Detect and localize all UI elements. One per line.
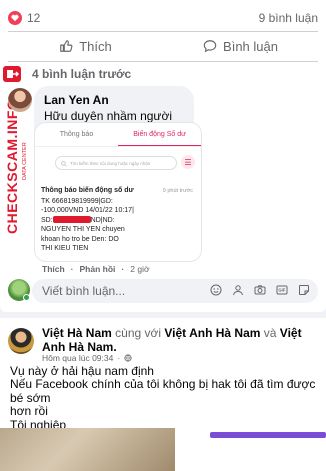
action-bar: Thích Bình luận [8,31,318,61]
post-photo[interactable] [0,428,175,471]
avatar[interactable] [8,88,32,112]
bank-notification-heading: Thông báo biến động số dư [41,187,134,194]
comment-input-placeholder: Viết bình luận... [42,284,126,298]
comment-author[interactable]: Lan Yen An [44,93,109,107]
gif-icon[interactable]: GIF [276,284,288,296]
bank-tabs: Thông báo Biến động Số dư [35,123,201,147]
with-word: cùng với [115,326,162,340]
divider [8,61,318,62]
online-status-dot [23,294,30,301]
thumbs-up-icon [60,40,73,52]
tab-notifications: Thông báo [59,131,94,138]
post-author[interactable]: Việt Hà Nam [42,326,112,340]
comment-count[interactable]: 9 bình luận [259,11,318,25]
comment-icon [203,40,217,53]
tab-balance-changes: Biến động Số dư [118,123,201,146]
post-line: Nếu Facebook chính của tôi không bị hak … [10,377,316,405]
tagged-person[interactable]: Việt Anh Hà Nam [164,326,260,340]
watermark-subtext: DATA CENTER [22,142,28,180]
like-label: Thích [79,38,112,54]
post-meta: Hôm qua lúc 09:34 · [42,353,132,363]
post-header: Việt Hà Nam cùng với Việt Anh Hà Nam và … [42,326,318,354]
post-line: Vụ này ở hải hậu nam định [10,364,154,378]
comment-like-action[interactable]: Thích [42,264,65,274]
comment-actions: Thích · Phản hồi · 2 giờ [42,264,150,274]
watermark-text: CHECKSCAM.INFO [4,99,20,234]
and-word: và [263,326,277,340]
bank-notification: Thông báo biến động số dư TK 66681981999… [41,186,199,254]
globe-icon [124,354,132,362]
bank-line: THI KIEU TIEN [41,245,89,252]
heart-icon [8,11,22,25]
camera-icon[interactable] [254,284,266,296]
comment-image[interactable]: Thông báo Biến động Số dư Tìm kiếm theo … [34,122,202,262]
post-body: Vụ này ở hải hậu nam định Nếu Facebook c… [10,364,320,432]
filter-icon: ☰ [181,155,195,169]
bank-line: TK 666819819999|GD: [41,197,113,205]
bank-line: khoan ho tro be Den: DO [41,235,119,243]
logo-badge [3,66,21,82]
view-previous-comments[interactable]: 4 bình luận trước [32,67,131,81]
svg-text:GIF: GIF [278,288,285,293]
avatar-sticker-icon[interactable] [232,284,244,296]
reactions-summary[interactable]: 12 [8,11,40,25]
bank-line: NGUYEN THI YEN chuyen [41,226,125,233]
redaction-mark [52,215,91,223]
sticker-icon[interactable] [298,284,310,296]
search-icon [61,161,67,167]
comment-reply-action[interactable]: Phản hồi [80,264,116,274]
emoji-icon[interactable] [210,284,222,296]
bank-line-balance: SD: ND|ND: [41,215,115,224]
comment-button[interactable]: Bình luận [163,31,318,61]
post-line: hơn rồi [10,404,48,419]
composer-tools: GIF [210,284,310,296]
checkscam-watermark: CHECKSCAM.INFO DATA CENTER [0,62,30,234]
bank-search-placeholder: Tìm kiếm theo nội dung hoặc ngày nhận [70,160,151,166]
post-time[interactable]: Hôm qua lúc 09:34 [42,353,113,363]
author-avatar[interactable] [8,328,34,354]
comment-input[interactable]: Viết bình luận... GIF [32,279,318,303]
like-button[interactable]: Thích [8,31,163,61]
bank-search-field: Tìm kiếm theo nội dung hoặc ngày nhận [55,156,177,170]
reaction-count: 12 [27,11,41,25]
bank-line: -100,000VND 14/01/22 10:17| [41,207,134,214]
message-bubble [210,432,326,438]
comment-label: Bình luận [223,38,278,54]
comment-time: 2 giờ [130,264,150,274]
